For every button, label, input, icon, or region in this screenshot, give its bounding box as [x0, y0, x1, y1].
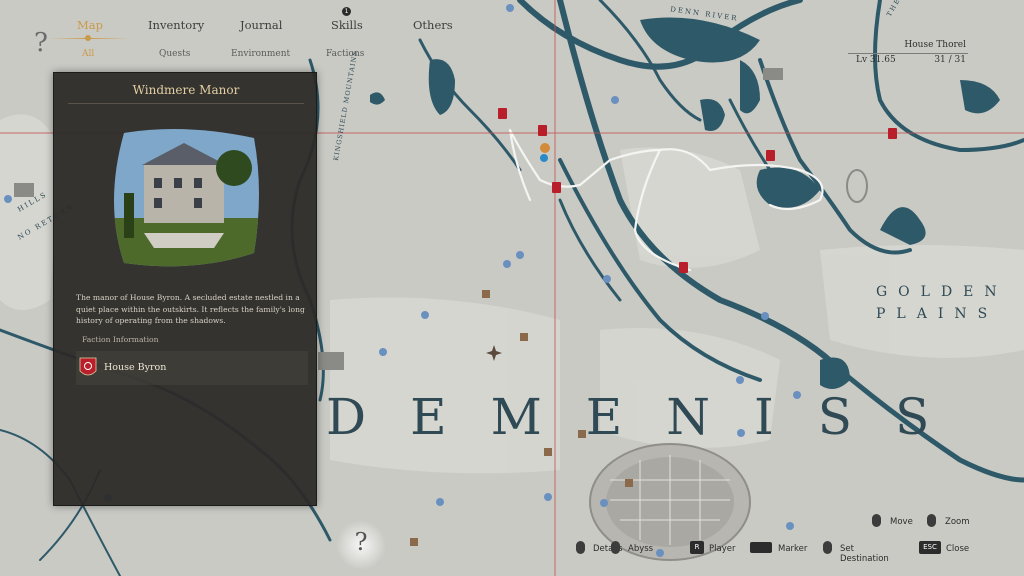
house-divider — [848, 53, 968, 54]
tab-map[interactable]: Map — [77, 18, 103, 32]
subtab-all[interactable]: All — [82, 49, 94, 59]
location-description: The manor of House Byron. A secluded est… — [76, 293, 305, 326]
mouse-left-icon — [576, 541, 585, 554]
control-player[interactable]: Player — [709, 544, 735, 554]
faction-section-label: Faction Information — [82, 335, 159, 344]
mouse-move-icon — [872, 514, 881, 527]
mouse-right-icon — [611, 541, 620, 554]
tab-skills-label: Skills — [331, 18, 363, 32]
control-zoom: Zoom — [945, 517, 970, 527]
player-house-info: House Thorel Lv 31.65 31 / 31 — [848, 40, 968, 68]
tab-others[interactable]: Others — [413, 18, 453, 32]
faction-shield-icon — [79, 357, 97, 376]
map-help-button[interactable]: ? — [336, 520, 386, 570]
region-label-plains: PLAINS — [876, 306, 999, 322]
key-r: R — [690, 541, 704, 554]
control-marker[interactable]: Marker — [778, 544, 807, 554]
skills-notification-badge: 1 — [342, 7, 351, 16]
subtab-factions[interactable]: Factions — [326, 49, 364, 59]
help-question-icon: ? — [354, 528, 368, 556]
main-nav: Map Inventory Journal Skills 1 Others — [0, 7, 470, 38]
control-move: Move — [890, 517, 913, 527]
location-title: Windmere Manor — [132, 83, 240, 97]
region-label-deineniss: DEMENISS — [326, 388, 974, 446]
location-info-panel: Windmere Manor The manor of House Byron.… — [53, 72, 317, 506]
mouse-middle-icon — [823, 541, 832, 554]
key-space — [750, 542, 772, 553]
tab-skills[interactable]: Skills 1 — [331, 7, 363, 32]
location-image — [114, 129, 259, 267]
subtab-quests[interactable]: Quests — [159, 49, 190, 59]
house-name: House Thorel — [904, 40, 966, 50]
region-label-golden: GOLDEN — [876, 284, 1008, 300]
control-set-destination[interactable]: Set Destination — [840, 544, 889, 564]
tab-inventory[interactable]: Inventory — [148, 18, 204, 32]
help-icon[interactable]: ? — [26, 28, 56, 66]
control-abyss[interactable]: Abyss — [628, 544, 653, 554]
title-divider — [68, 103, 304, 104]
tab-journal[interactable]: Journal — [240, 18, 282, 32]
key-esc: ESC — [919, 541, 941, 554]
house-members: 31 / 31 — [934, 55, 966, 65]
mouse-scroll-icon — [927, 514, 936, 527]
house-level: Lv 31.65 — [856, 55, 896, 65]
control-close[interactable]: Close — [946, 544, 969, 554]
faction-name: House Byron — [104, 362, 167, 373]
active-tab-indicator — [85, 35, 91, 41]
subtab-environment[interactable]: Environment — [231, 49, 290, 59]
faction-entry[interactable]: House Byron — [76, 351, 308, 385]
